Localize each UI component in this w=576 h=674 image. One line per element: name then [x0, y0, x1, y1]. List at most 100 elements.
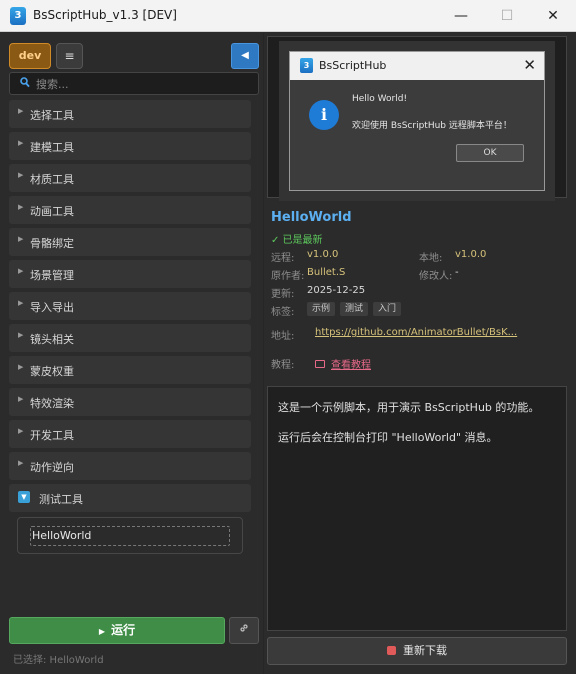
chevron-right-icon: ▶	[18, 107, 24, 115]
chevron-right-icon: ▶	[18, 139, 24, 147]
modifier-label: 修改人:	[419, 271, 453, 282]
category-fx-rendering[interactable]: ▶ 特效渲染	[9, 388, 251, 416]
category-scripts-panel: HelloWorld	[17, 517, 243, 554]
minimize-button[interactable]: —	[438, 0, 484, 32]
category-label: 测试工具	[39, 493, 83, 506]
description-line1: 这是一个示例脚本，用于演示 BsScriptHub 的功能。	[278, 401, 540, 414]
chevron-right-icon: ▶	[18, 203, 24, 211]
modifier-value: -	[455, 267, 459, 278]
chevron-right-icon: ▶	[18, 267, 24, 275]
chevron-right-icon: ▶	[18, 299, 24, 307]
dialog-ok-button: OK	[456, 144, 524, 162]
info-icon: i	[309, 100, 339, 130]
video-icon	[315, 360, 325, 368]
local-label: 本地:	[419, 253, 443, 264]
category-dev-tools[interactable]: ▶ 开发工具	[9, 420, 251, 448]
category-label: 动画工具	[30, 205, 74, 218]
collapse-panel-button[interactable]: ◀	[231, 43, 259, 69]
category-label: 导入导出	[30, 301, 74, 314]
play-icon: ▶	[98, 627, 106, 636]
window-title: BsScriptHub_v1.3 [DEV]	[33, 8, 177, 22]
category-label: 建模工具	[30, 141, 74, 154]
address-label: 地址:	[271, 331, 295, 342]
category-import-export[interactable]: ▶ 导入导出	[9, 292, 251, 320]
redownload-button[interactable]: 重新下载	[267, 637, 567, 665]
script-preview: 3 BsScriptHub ✕ i Hello World! 欢迎使用 BsSc…	[267, 36, 567, 198]
run-button[interactable]: ▶ 运行	[9, 617, 225, 644]
tutorial-label: 教程:	[271, 360, 295, 371]
search-input[interactable]	[36, 75, 251, 93]
author-value: Bullet.S	[307, 267, 346, 278]
category-label: 开发工具	[30, 429, 74, 442]
dialog-close-icon: ✕	[523, 56, 536, 74]
dialog-message-line2: 欢迎使用 BsScriptHub 远程脚本平台！	[352, 121, 512, 131]
category-label: 蒙皮权重	[30, 365, 74, 378]
category-modeling-tools[interactable]: ▶ 建模工具	[9, 132, 251, 160]
link-icon	[238, 623, 250, 637]
tutorial-link-label: 查看教程	[331, 360, 371, 371]
category-animation-tools[interactable]: ▶ 动画工具	[9, 196, 251, 224]
tag-chip: 示例	[307, 302, 336, 316]
category-test-tools[interactable]: ▼ 测试工具	[9, 484, 251, 512]
category-label: 镜头相关	[30, 333, 74, 346]
category-material-tools[interactable]: ▶ 材质工具	[9, 164, 251, 192]
tags-label: 标签:	[271, 307, 295, 318]
category-label: 特效渲染	[30, 397, 74, 410]
chevron-right-icon: ▶	[18, 395, 24, 403]
updated-label: 更新:	[271, 289, 295, 300]
category-skin-weights[interactable]: ▶ 蒙皮权重	[9, 356, 251, 384]
category-motion-reverse[interactable]: ▶ 动作逆向	[9, 452, 251, 480]
close-button[interactable]: ✕	[530, 0, 576, 32]
dialog-title-bar: 3 BsScriptHub ✕	[290, 52, 544, 80]
run-label: 运行	[111, 623, 136, 637]
download-icon	[387, 646, 396, 655]
chevron-right-icon: ▶	[18, 363, 24, 371]
remote-label: 远程:	[271, 253, 295, 264]
app-icon: 3	[10, 7, 26, 25]
remote-version: v1.0.0	[307, 249, 339, 260]
dev-mode-button[interactable]: dev	[9, 43, 51, 69]
repository-link[interactable]: https://github.com/AnimatorBullet/BsK...	[315, 327, 517, 338]
category-label: 场景管理	[30, 269, 74, 282]
selection-status: 已选择: HelloWorld	[13, 655, 104, 666]
category-scene-management[interactable]: ▶ 场景管理	[9, 260, 251, 288]
tag-chip: 入门	[373, 302, 402, 316]
script-item-helloworld[interactable]: HelloWorld	[30, 526, 230, 546]
category-label: 骨骼绑定	[30, 237, 74, 250]
tag-chip: 测试	[340, 302, 369, 316]
description-box: 这是一个示例脚本，用于演示 BsScriptHub 的功能。 运行后会在控制台打…	[267, 386, 567, 631]
local-version: v1.0.0	[455, 249, 487, 260]
redownload-label: 重新下载	[403, 644, 447, 657]
search-box	[9, 72, 259, 95]
category-camera[interactable]: ▶ 镜头相关	[9, 324, 251, 352]
script-name: HelloWorld	[271, 210, 352, 225]
maximize-button[interactable]: ☐	[484, 0, 530, 32]
description-line2: 运行后会在控制台打印 "HelloWorld" 消息。	[278, 431, 498, 444]
search-icon	[20, 77, 30, 91]
category-label: 动作逆向	[30, 461, 74, 474]
category-rigging[interactable]: ▶ 骨骼绑定	[9, 228, 251, 256]
category-label: 选择工具	[30, 109, 74, 122]
category-label: 材质工具	[30, 173, 74, 186]
preview-dialog: 3 BsScriptHub ✕ i Hello World! 欢迎使用 BsSc…	[289, 51, 545, 191]
dialog-body: i Hello World! 欢迎使用 BsScriptHub 远程脚本平台！ …	[290, 80, 544, 190]
list-view-button[interactable]: ≡	[56, 43, 83, 69]
chevron-right-icon: ▶	[18, 459, 24, 467]
dialog-app-icon: 3	[300, 58, 313, 73]
tutorial-link[interactable]: 查看教程	[315, 356, 371, 371]
title-bar: 3 BsScriptHub_v1.3 [DEV] — ☐ ✕	[0, 0, 576, 32]
chevron-right-icon: ▶	[18, 235, 24, 243]
script-details-panel: 3 BsScriptHub ✕ i Hello World! 欢迎使用 BsSc…	[264, 33, 576, 674]
script-browser-panel: dev ≡ ◀ ▶ 选择工具 ▶ 建模工具 ▶ 材质工具 ▶ 动画工具 ▶ 骨骼…	[0, 33, 264, 674]
dialog-message-line1: Hello World!	[352, 94, 408, 104]
chevron-right-icon: ▶	[18, 427, 24, 435]
updated-value: 2025-12-25	[307, 285, 366, 296]
copy-link-button[interactable]	[229, 617, 259, 644]
category-select-tools[interactable]: ▶ 选择工具	[9, 100, 251, 128]
dialog-title: BsScriptHub	[319, 59, 387, 72]
author-label: 原作者:	[271, 271, 305, 282]
list-icon: ≡	[64, 49, 75, 63]
chevron-down-icon: ▼	[18, 491, 30, 503]
chevron-right-icon: ▶	[18, 171, 24, 179]
collapse-left-icon: ◀	[241, 50, 249, 61]
